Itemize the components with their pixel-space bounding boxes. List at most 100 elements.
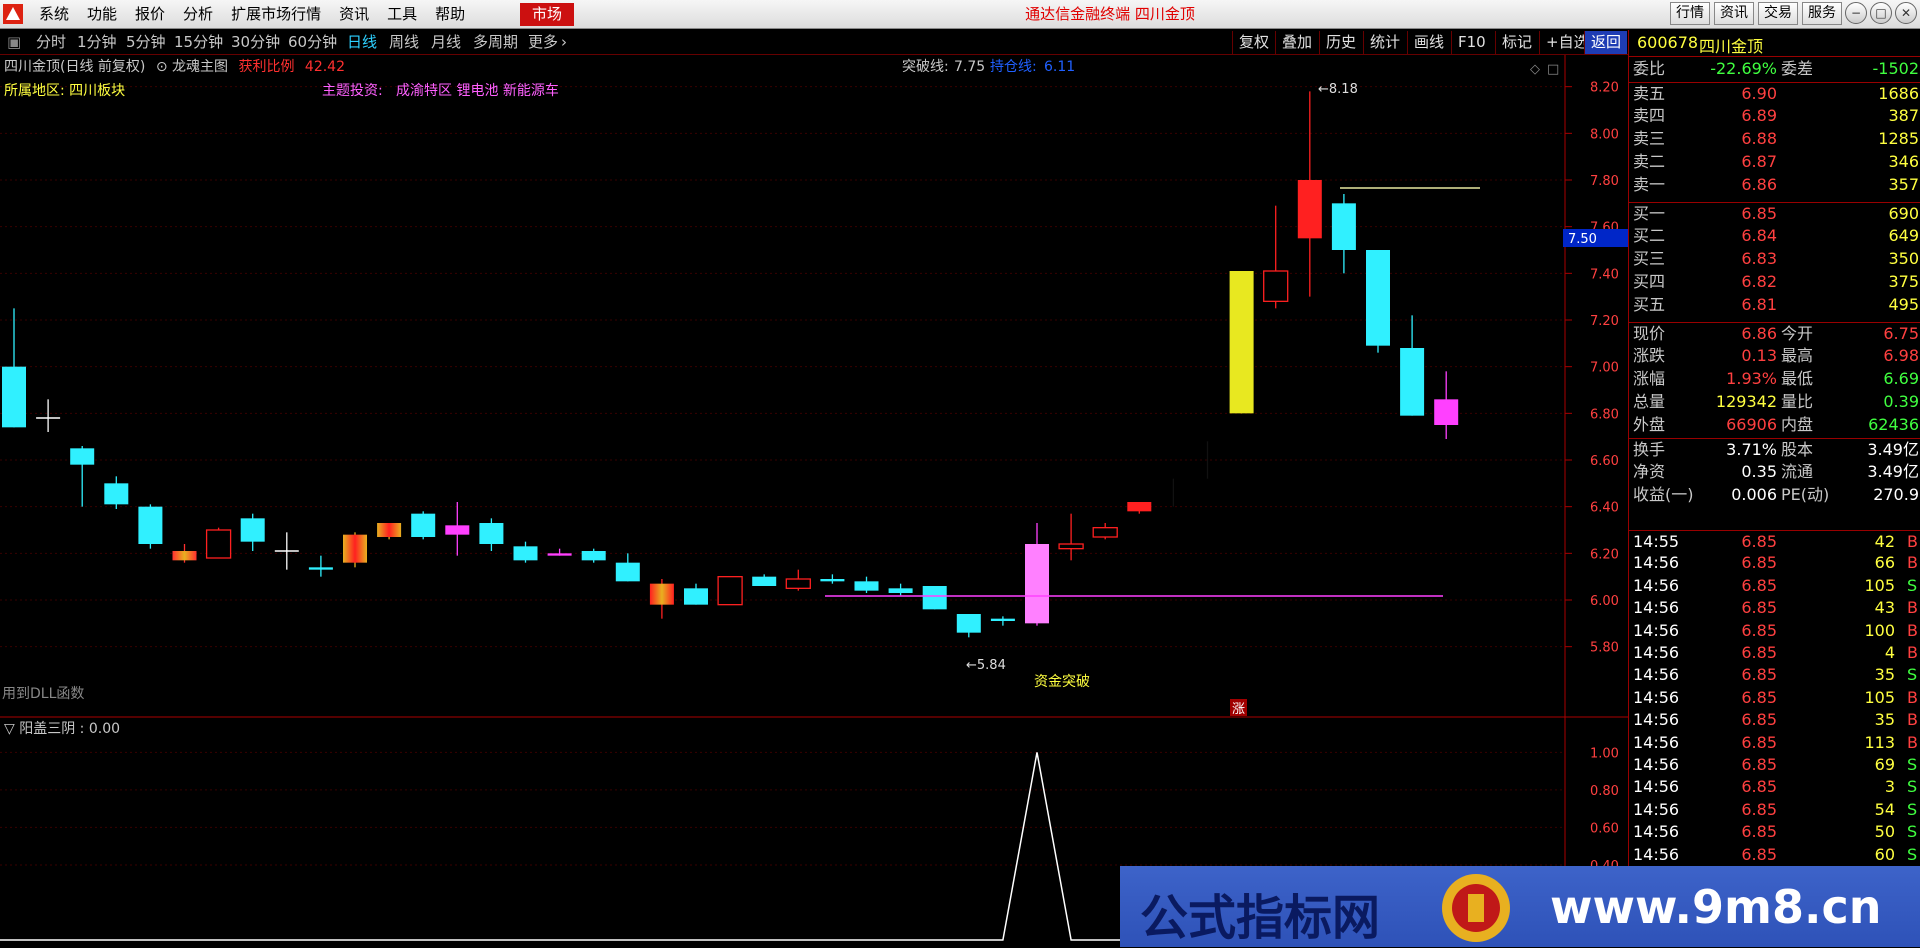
price-tick-label: 6.00 xyxy=(1590,594,1619,609)
menu-function[interactable]: 功能 xyxy=(78,0,126,29)
diamond-icon[interactable]: ◇ xyxy=(1530,62,1540,77)
chart-info-line-2: 所属地区: 四川板块 主题投资: 成渝特区 锂电池 新能源车 xyxy=(4,82,559,100)
fin-label: 流通 xyxy=(1781,462,1814,481)
stat-label: 涨跌 xyxy=(1633,346,1666,365)
bid-vol: 495 xyxy=(1888,295,1919,314)
bid-vol: 649 xyxy=(1888,226,1919,245)
candle xyxy=(2,308,26,428)
menu-help[interactable]: 帮助 xyxy=(426,0,474,29)
ask-price: 6.88 xyxy=(1741,129,1777,148)
service-button[interactable]: 服务 xyxy=(1802,2,1842,25)
tick-vol: 43 xyxy=(1874,598,1895,618)
candle-series xyxy=(2,91,1459,638)
quote-button[interactable]: 行情 xyxy=(1670,2,1710,25)
stat-label: 内盘 xyxy=(1781,415,1814,434)
candle-body xyxy=(1400,348,1425,416)
candle xyxy=(1025,523,1049,626)
tab-30min[interactable]: 30分钟 xyxy=(231,30,280,55)
ask-label: 卖二 xyxy=(1633,152,1666,171)
tick-price: 6.85 xyxy=(1741,799,1777,819)
menu-quote[interactable]: 报价 xyxy=(126,0,174,29)
tick-vol: 42 xyxy=(1874,532,1895,551)
menu-tools[interactable]: 工具 xyxy=(378,0,426,29)
tick-side: S xyxy=(1907,844,1918,864)
candle-body xyxy=(956,614,981,633)
chevron-right-icon[interactable]: › xyxy=(561,30,567,55)
candle-body xyxy=(888,588,913,593)
tab-5min[interactable]: 5分钟 xyxy=(126,30,166,55)
tick-vol: 60 xyxy=(1874,844,1895,864)
period-toolbar: ▣ 分时 1分钟 5分钟 15分钟 30分钟 60分钟 日线 周线 月线 多周期… xyxy=(0,30,1628,55)
tick-price: 6.85 xyxy=(1741,553,1777,573)
candle-body xyxy=(1058,543,1084,550)
watermark-logo-icon xyxy=(1442,874,1510,942)
market-button[interactable]: 市场 xyxy=(520,3,574,26)
menu-analysis[interactable]: 分析 xyxy=(174,0,222,29)
tick-time: 14:56 xyxy=(1633,620,1680,640)
tool-overlay[interactable]: 叠加 xyxy=(1275,31,1318,54)
tab-monthly[interactable]: 月线 xyxy=(431,30,461,55)
tab-multi-period[interactable]: 多周期 xyxy=(473,30,518,55)
tab-1min[interactable]: 1分钟 xyxy=(77,30,117,55)
close-icon[interactable]: ✕ xyxy=(1895,2,1917,24)
tick-price: 6.85 xyxy=(1741,575,1777,595)
tab-more[interactable]: 更多 xyxy=(528,30,558,55)
indicator-toggle-icon[interactable]: ⊙ xyxy=(156,59,168,75)
tool-history[interactable]: 历史 xyxy=(1319,31,1362,54)
menu-system[interactable]: 系统 xyxy=(30,0,78,29)
tool-mark[interactable]: 标记 xyxy=(1495,31,1538,54)
candle xyxy=(172,544,197,563)
toggle-panel-icon[interactable]: ▣ xyxy=(7,30,21,55)
candle-body xyxy=(1366,250,1390,346)
candle-body xyxy=(205,529,232,559)
candle-body xyxy=(547,553,572,556)
candle xyxy=(956,614,981,638)
tab-daily[interactable]: 日线 xyxy=(347,30,377,55)
tick-side: S xyxy=(1907,665,1918,685)
menu-news[interactable]: 资讯 xyxy=(330,0,378,29)
tick-time: 14:56 xyxy=(1633,777,1680,797)
tool-draw[interactable]: 画线 xyxy=(1407,31,1450,54)
tool-f10[interactable]: F10 xyxy=(1451,31,1492,54)
bid-label: 买四 xyxy=(1633,272,1666,291)
ask-row: 卖二 6.87 346 xyxy=(1629,151,1920,173)
tick-time: 14:56 xyxy=(1633,598,1680,618)
trade-button[interactable]: 交易 xyxy=(1758,2,1798,25)
candle xyxy=(717,576,743,606)
tick-row: 14:56 6.85 60 S xyxy=(1629,844,1920,866)
chart-grid xyxy=(0,86,1565,648)
minimize-icon[interactable]: − xyxy=(1845,2,1867,24)
candle xyxy=(820,574,845,584)
hold-value: 6.11 xyxy=(1044,59,1076,75)
fin-label: 股本 xyxy=(1781,440,1814,459)
tick-time: 14:56 xyxy=(1633,710,1680,730)
price-tick-label: 8.00 xyxy=(1590,127,1619,142)
tab-timeshare[interactable]: 分时 xyxy=(36,30,66,55)
tick-price: 6.85 xyxy=(1741,732,1777,752)
tick-vol: 35 xyxy=(1874,665,1895,685)
indicator-name[interactable]: 龙魂主图 xyxy=(172,59,228,75)
bid-label: 买二 xyxy=(1633,226,1666,245)
tab-60min[interactable]: 60分钟 xyxy=(288,30,337,55)
ask-vol: 1686 xyxy=(1878,84,1919,103)
stat-value: 6.75 xyxy=(1883,324,1919,343)
candle-body xyxy=(138,506,163,544)
kline-chart[interactable]: 8.208.007.807.607.407.207.006.806.606.40… xyxy=(0,55,1628,947)
tool-back[interactable]: 返回 xyxy=(1584,31,1628,54)
stat-row: 涨跌 0.13 最高 6.98 xyxy=(1629,345,1920,367)
tool-stats[interactable]: 统计 xyxy=(1363,31,1406,54)
bid-vol: 350 xyxy=(1888,249,1919,268)
restore-icon[interactable]: □ xyxy=(1870,2,1892,24)
bid-row: 买二 6.84 649 xyxy=(1629,225,1920,247)
tab-weekly[interactable]: 周线 xyxy=(389,30,419,55)
window-mini-icon[interactable]: □ xyxy=(1547,62,1559,77)
tool-adjust[interactable]: 复权 xyxy=(1232,31,1275,54)
price-tick-label: 7.00 xyxy=(1590,361,1619,376)
menu-ext-market[interactable]: 扩展市场行情 xyxy=(222,0,330,29)
candle xyxy=(1229,271,1254,414)
bid-vol: 690 xyxy=(1888,204,1919,223)
candle-body xyxy=(1263,270,1289,302)
tick-side: S xyxy=(1907,777,1918,797)
tab-15min[interactable]: 15分钟 xyxy=(174,30,223,55)
news-button[interactable]: 资讯 xyxy=(1714,2,1754,25)
